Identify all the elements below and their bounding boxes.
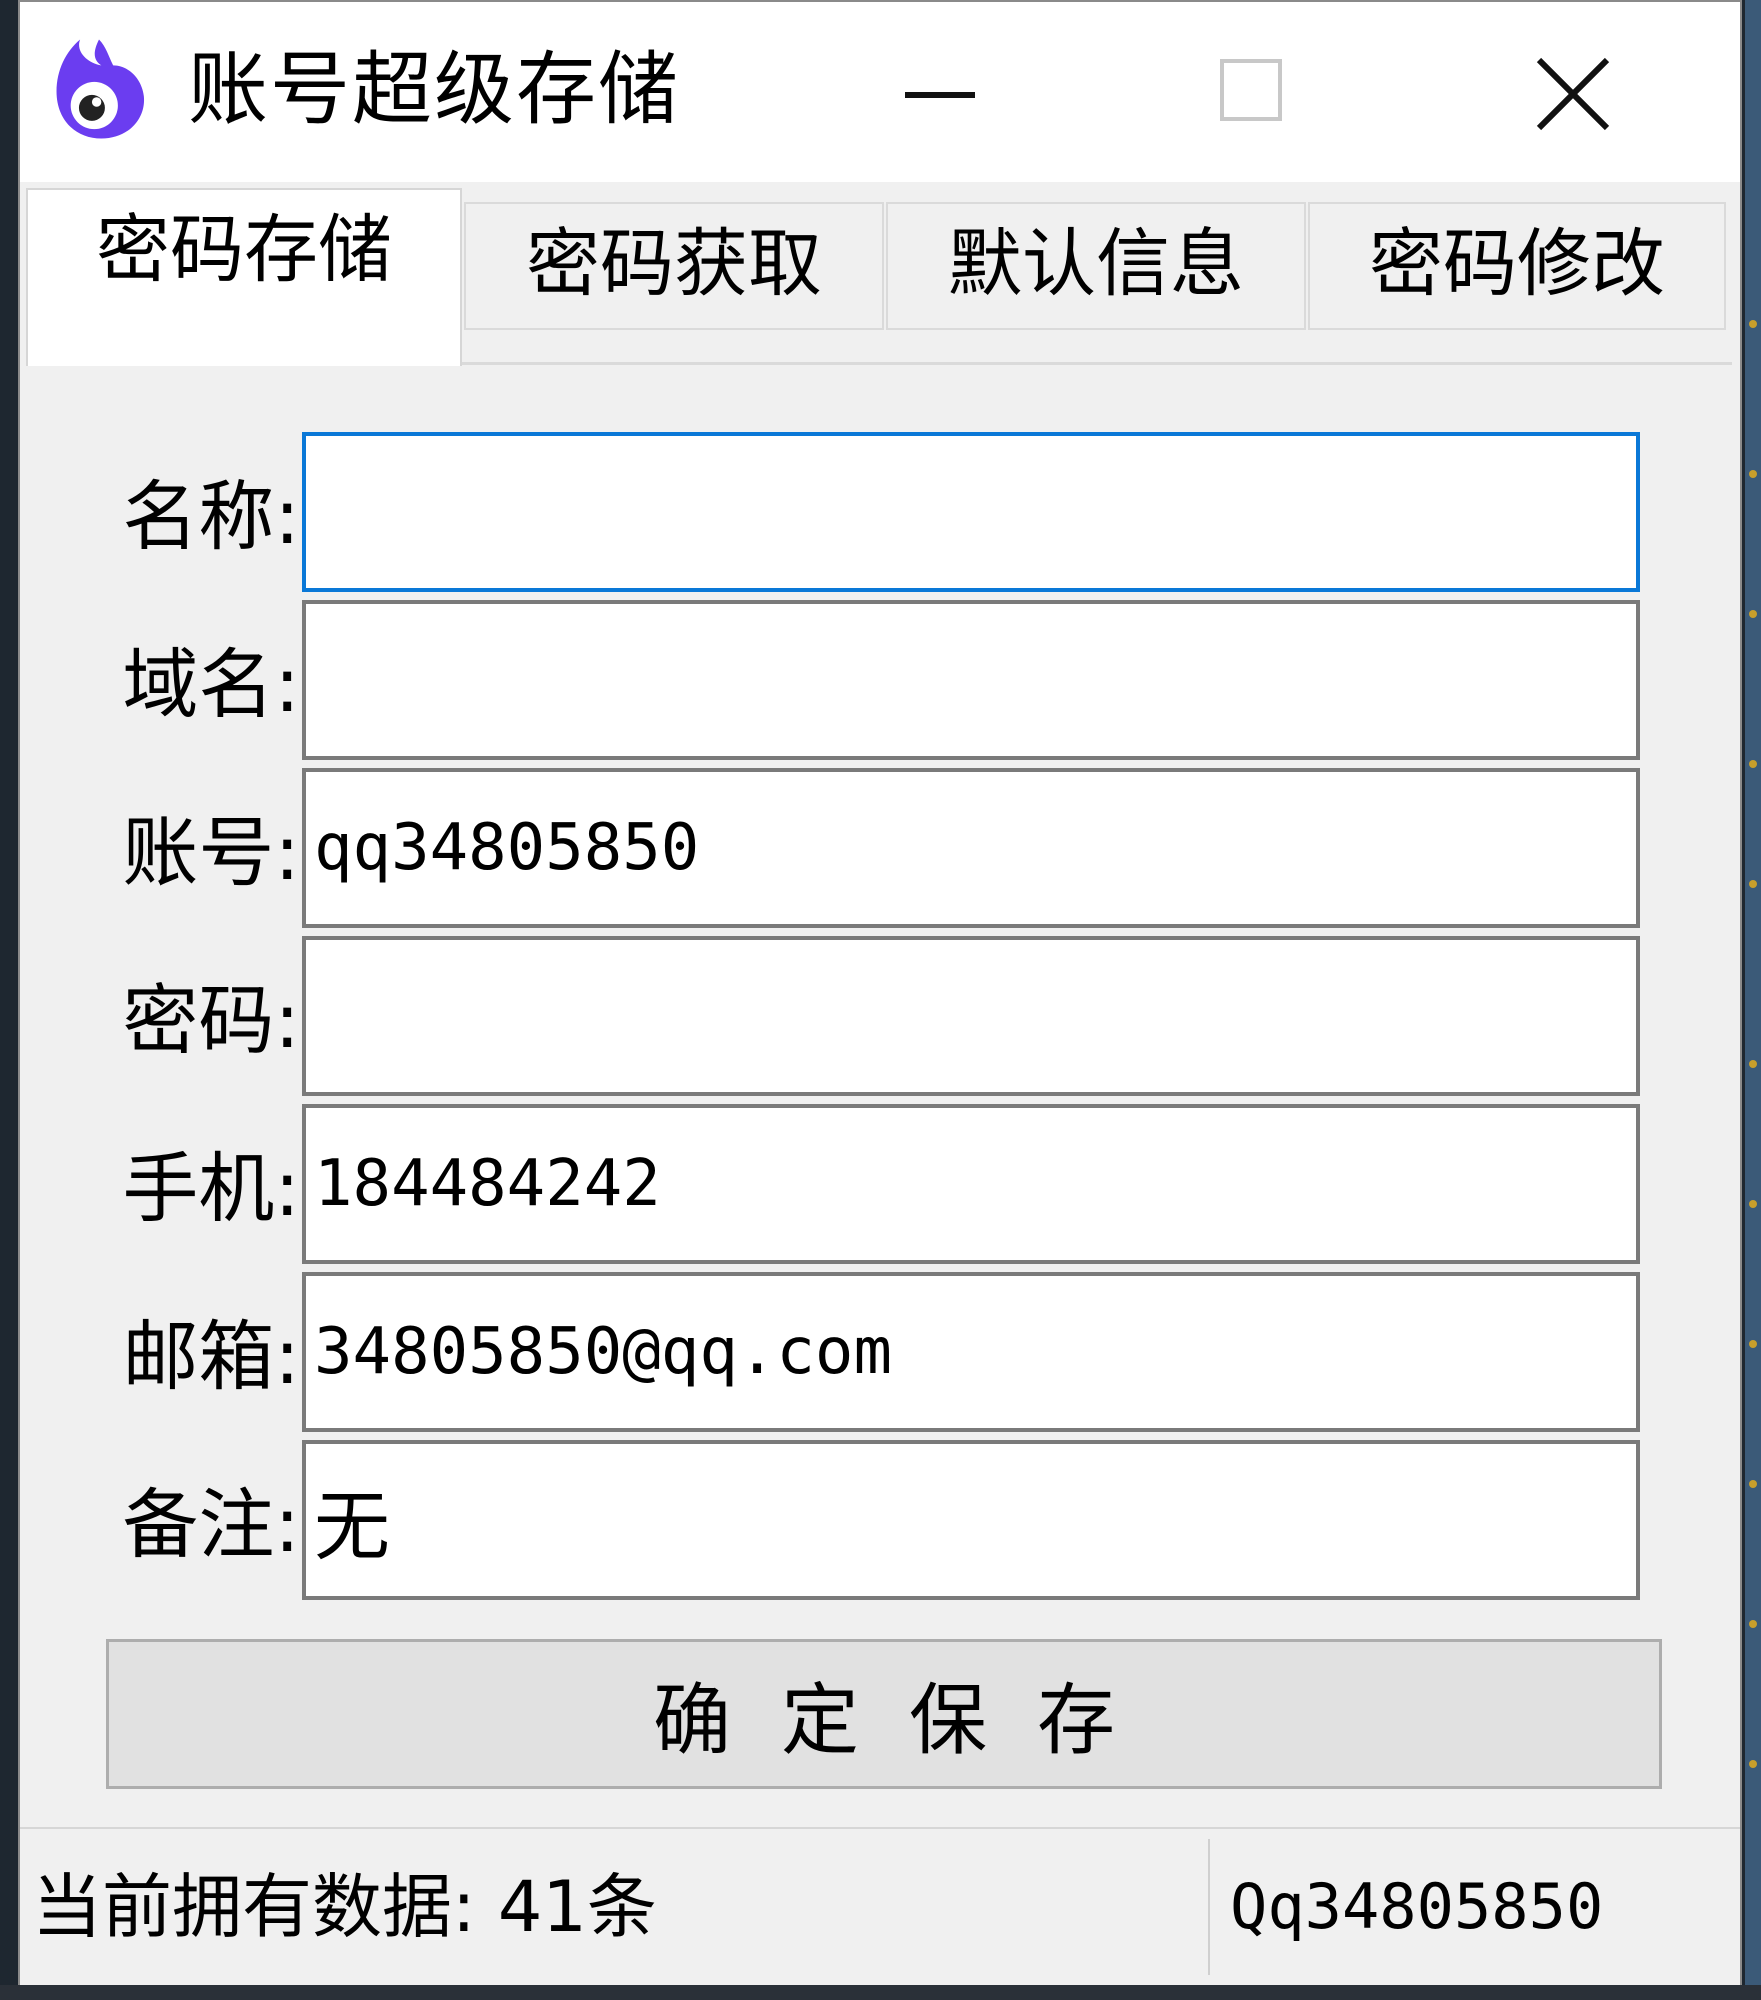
password-input[interactable] (302, 936, 1640, 1096)
name-input[interactable] (302, 432, 1640, 592)
status-bar: 当前拥有数据: 41条 Qq34805850 (20, 1827, 1740, 1985)
tab-password-retrieve[interactable]: 密码获取 (464, 202, 884, 330)
current-user-status: Qq34805850 (1230, 1870, 1604, 1943)
minimize-button[interactable] (840, 2, 1040, 182)
close-icon (1536, 57, 1610, 131)
label-note: 备注: (122, 1480, 300, 1569)
desktop-background-bottom (0, 1985, 1761, 2000)
title-bar[interactable]: 账号超级存储 (20, 2, 1740, 182)
window-title: 账号超级存储 (188, 43, 680, 136)
maximize-button[interactable] (1155, 2, 1355, 182)
desktop-background-edge (1745, 0, 1761, 2000)
tab-password-change[interactable]: 密码修改 (1308, 202, 1726, 330)
close-button[interactable] (1475, 2, 1675, 182)
save-button[interactable]: 确定保存 (106, 1639, 1662, 1789)
label-domain: 域名: (122, 640, 300, 729)
account-input[interactable] (302, 768, 1640, 928)
domain-input[interactable] (302, 600, 1640, 760)
label-email: 邮箱: (122, 1312, 300, 1401)
label-name: 名称: (122, 472, 300, 561)
tab-password-store[interactable]: 密码存储 (26, 188, 462, 366)
maximize-icon (1220, 59, 1282, 121)
label-password: 密码: (122, 976, 300, 1065)
record-count-status: 当前拥有数据: 41条 (32, 1866, 657, 1948)
tab-default-info[interactable]: 默认信息 (886, 202, 1306, 330)
tab-bar: 密码存储 密码获取 默认信息 密码修改 (20, 182, 1740, 366)
app-logo-icon (56, 39, 145, 139)
status-separator (1208, 1839, 1210, 1975)
app-window: 账号超级存储 密码存储 密码获取 默认信息 密码修改 名称: 域名: 账号: 密… (18, 0, 1742, 1985)
phone-input[interactable] (302, 1104, 1640, 1264)
email-input[interactable] (302, 1272, 1640, 1432)
note-input[interactable] (302, 1440, 1640, 1600)
label-phone: 手机: (122, 1144, 300, 1233)
label-account: 账号: (122, 808, 300, 897)
minimize-icon (905, 92, 975, 98)
